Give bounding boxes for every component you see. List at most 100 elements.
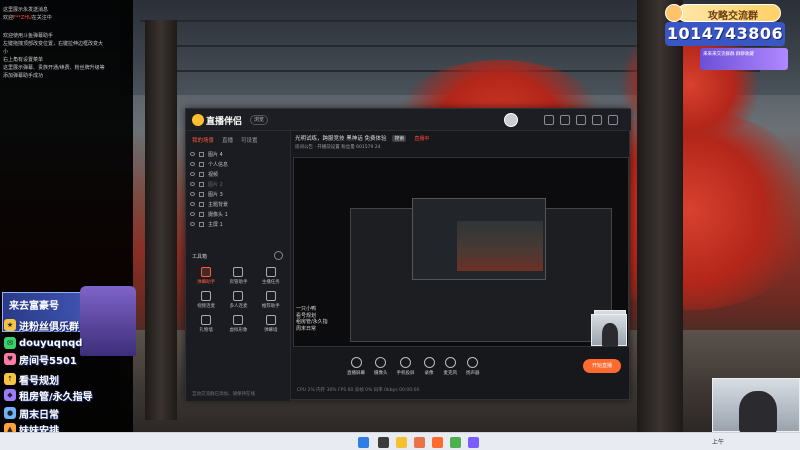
heart-icon: ♥	[4, 353, 16, 365]
eye-icon[interactable]	[190, 152, 195, 156]
tool-recommend[interactable]: 推荐助手	[255, 291, 287, 309]
sidebar-tabs: 我的场景 直播 可设置	[186, 131, 290, 149]
microphone-button[interactable]: 麦克风	[444, 357, 457, 376]
tool-grid: 弹幕助手 房管助手 主播任务 视频连麦 多人连麦 推荐助手 礼物墙 虚拟形象 弹…	[190, 267, 287, 333]
qq-group-badge: 攻略交流群 1014743806	[665, 4, 787, 46]
user-avatar[interactable]	[504, 113, 518, 127]
wallpaper-pillar	[637, 0, 683, 432]
phone-cast-button[interactable]: 手机投屏	[397, 357, 415, 376]
chat-line: 右上角有设置菜单	[3, 57, 44, 63]
chat-line: 小	[3, 49, 9, 55]
overlay-row: ✉ douyuqnqd	[4, 336, 82, 350]
chat-line: 添加弹幕助手成功	[3, 73, 44, 79]
arrow-up-icon: ↑	[4, 373, 16, 385]
eye-icon[interactable]	[190, 192, 195, 196]
scene-item[interactable]: 图片 4	[190, 149, 286, 159]
record-button[interactable]: 录像	[423, 357, 435, 376]
camera-button[interactable]: 摄像头	[374, 357, 388, 376]
tool-video-link[interactable]: 视频连麦	[190, 291, 222, 309]
microphone-icon	[444, 357, 456, 368]
version-pill[interactable]: 浏览	[250, 115, 269, 125]
eye-icon[interactable]	[190, 202, 195, 206]
tab-live[interactable]: 直播	[222, 136, 233, 144]
avatar-icon	[233, 315, 244, 325]
more-icon[interactable]	[274, 251, 283, 260]
scene-item[interactable]: 摄像头 1	[190, 209, 286, 219]
scene-item[interactable]: 图片 3	[190, 189, 286, 199]
chat-icon	[201, 267, 212, 277]
streamer-webcam	[712, 378, 800, 433]
anime-character-art	[80, 286, 136, 356]
task-view-icon[interactable]	[378, 437, 389, 448]
eye-icon[interactable]	[190, 212, 195, 216]
eye-icon[interactable]	[190, 172, 195, 176]
image-icon	[199, 151, 204, 157]
app-logo-icon	[192, 114, 204, 126]
scene-item[interactable]: 视频	[190, 169, 286, 179]
lock-icon[interactable]	[560, 115, 570, 125]
control-bar: 直播屏幕 摄像头 手机投屏 录像 麦克风 扬声器 开始直播 CPU 2% 内存 …	[291, 353, 631, 401]
browser-icon[interactable]	[414, 437, 425, 448]
tool-danmu-wall[interactable]: 弹幕墙	[255, 315, 287, 333]
task-icon	[265, 267, 276, 277]
file-explorer-icon[interactable]	[396, 437, 407, 448]
share-icon[interactable]	[576, 115, 586, 125]
stream-info-overlay: 来去富豪号 ★ 进粉丝俱乐群 ✉ douyuqnqd ♥ 房间号5501 ↑ 看…	[0, 286, 140, 438]
overlay-row: ● 周末日常	[4, 406, 59, 421]
chat-line: 左键拖拽顶部改变位置，右键拉伸边框改变大	[3, 41, 104, 47]
scene-item[interactable]: 主题背景	[190, 199, 286, 209]
wall-icon	[265, 315, 276, 325]
gift-icon	[201, 315, 212, 325]
room-info-bar: 光明试练，跨服竞技 黑神话 免费体验 搜索 直播中 房间公告 · 开播前设置 粉…	[291, 131, 631, 153]
tab-settings[interactable]: 可设置	[241, 136, 258, 144]
room-tag[interactable]: 搜索	[392, 135, 407, 142]
tool-room-admin[interactable]: 房管助手	[222, 267, 254, 285]
phone-icon	[400, 357, 411, 368]
overlay-row: ↑ 看号规划	[4, 372, 59, 387]
tool-danmu-assistant[interactable]: 弹幕助手	[190, 267, 222, 285]
bell-icon[interactable]	[592, 115, 602, 125]
stream-app-icon[interactable]	[432, 437, 443, 448]
image-icon	[199, 161, 204, 167]
system-clock[interactable]: 上午	[712, 437, 724, 446]
control-buttons: 直播屏幕 摄像头 手机投屏 录像 麦克风 扬声器	[347, 357, 480, 376]
wallpaper-pillar	[145, 20, 177, 420]
stream-preview[interactable]: 一只小鸭 看号规划 租房管/永久指 周末日常	[293, 157, 629, 347]
start-menu-icon[interactable]	[358, 437, 369, 448]
scene-item[interactable]: 图片 2	[190, 179, 286, 189]
tool-multi-link[interactable]: 多人连麦	[222, 291, 254, 309]
scene-item[interactable]: 主屏 1	[190, 219, 286, 229]
gift-icon[interactable]	[544, 115, 554, 125]
tool-gift-wall[interactable]: 礼物墙	[190, 315, 222, 333]
eye-icon[interactable]	[190, 182, 195, 186]
room-title[interactable]: 光明试练，跨服竞技 黑神话 免费体验	[295, 136, 387, 142]
chat-line: 这里展示永发送消息	[3, 7, 49, 13]
scene-sidebar: 我的场景 直播 可设置 图片 4 个人信息 视频 图片 2 图片 3 主题背景 …	[186, 131, 291, 401]
eye-icon[interactable]	[190, 222, 195, 226]
menu-icon[interactable]	[608, 115, 618, 125]
stream-companion-window[interactable]: 直播伴侣 浏览 我的场景 直播 可设置 图片 4 个人信息 视频 图片 2 图片…	[185, 108, 631, 401]
tool-streamer-task[interactable]: 主播任务	[255, 267, 287, 285]
group-mini-banner: 来来来交流群群 群聊收藏	[700, 48, 788, 70]
users-icon	[233, 291, 244, 301]
scene-item[interactable]: 个人信息	[190, 159, 286, 169]
app-icon[interactable]	[468, 437, 479, 448]
eye-icon[interactable]	[190, 162, 195, 166]
video-icon	[201, 291, 212, 301]
start-live-button[interactable]: 开始直播	[583, 359, 621, 373]
badge-title: 攻略交流群	[708, 11, 758, 22]
badge-title-bar: 攻略交流群	[677, 4, 781, 22]
main-area: 光明试练，跨服竞技 黑神话 免费体验 搜索 直播中 房间公告 · 开播前设置 粉…	[291, 131, 631, 401]
tool-virtual-avatar[interactable]: 虚拟形象	[222, 315, 254, 333]
screen-capture-button[interactable]: 直播屏幕	[347, 357, 365, 376]
tab-my-scenes[interactable]: 我的场景	[192, 136, 214, 144]
speaker-icon	[467, 357, 479, 368]
preview-nested-window	[412, 198, 546, 280]
app-logo: 直播伴侣	[206, 117, 243, 127]
room-stats: 房间公告 · 开播前设置 粉丝量 601579 24	[295, 145, 381, 150]
monitor-icon	[199, 221, 204, 227]
app-icon[interactable]	[450, 437, 461, 448]
image-icon	[199, 191, 204, 197]
app-header: 直播伴侣 浏览	[186, 109, 631, 131]
speaker-button[interactable]: 扬声器	[466, 357, 480, 376]
